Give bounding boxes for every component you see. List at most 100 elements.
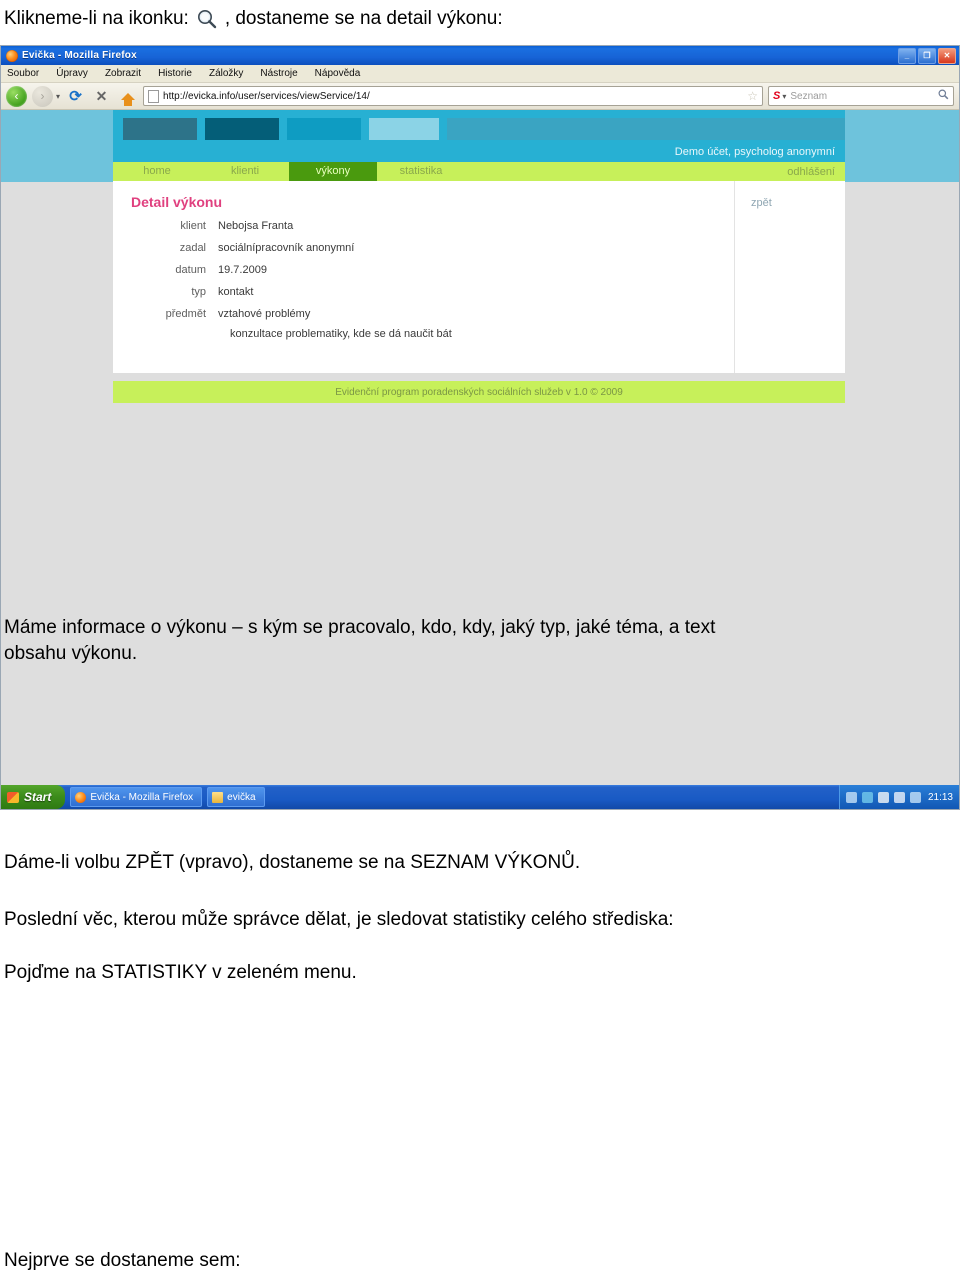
close-button[interactable]: ✕ — [938, 48, 956, 64]
menu-item-zalozky[interactable]: Záložky — [209, 68, 243, 79]
firefox-icon — [6, 49, 18, 62]
taskbar-item-folder[interactable]: evička — [207, 787, 265, 807]
search-engine-chevron-icon[interactable]: ▾ — [782, 92, 786, 101]
intro-text-before: Klikneme-li na ikonku: — [4, 8, 189, 29]
detail-panel: zpět Detail výkonu klient Nebojsa Franta… — [113, 181, 845, 373]
page-icon — [148, 89, 160, 103]
back-button[interactable]: ‹ — [6, 85, 27, 107]
start-label: Start — [24, 790, 52, 804]
windows-flag-icon — [7, 791, 19, 803]
search-input[interactable]: Seznam — [790, 91, 827, 102]
field-row-klient: klient Nebojsa Franta — [113, 220, 845, 232]
url-bar[interactable]: http://evicka.info/user/services/viewSer… — [143, 86, 763, 106]
account-label: Demo účet, psycholog anonymní — [674, 146, 835, 158]
taskbar-clock[interactable]: 21:13 — [928, 792, 953, 803]
field-label: datum — [175, 264, 206, 276]
field-row-predmet: předmět vztahové problémy — [113, 308, 845, 320]
bookmark-star-icon[interactable]: ☆ — [747, 89, 758, 103]
detail-fields: klient Nebojsa Franta zadal sociálníprac… — [113, 210, 845, 340]
chevron-down-icon[interactable]: ▾ — [56, 92, 60, 101]
stop-button[interactable]: ✕ — [91, 86, 112, 107]
tray-icon-5[interactable] — [909, 791, 921, 803]
menu-item-napoveda[interactable]: Nápověda — [315, 68, 361, 79]
paragraph-2: Dáme-li volbu ZPĚT (vpravo), dostaneme s… — [4, 852, 581, 873]
paragraph-5: Nejprve se dostaneme sem: — [4, 1250, 241, 1271]
minimize-button[interactable]: _ — [898, 48, 916, 64]
url-text: http://evicka.info/user/services/viewSer… — [163, 90, 370, 102]
field-value: sociálnípracovník anonymní — [218, 242, 355, 254]
banner-block-1 — [123, 118, 197, 140]
firefox-icon — [75, 791, 87, 803]
nav-item-klienti[interactable]: klienti — [201, 162, 289, 181]
field-row-datum: datum 19.7.2009 — [113, 264, 845, 276]
taskbar: Start Evička - Mozilla Firefox evička 21… — [1, 785, 959, 809]
field-row-zadal: zadal sociálnípracovník anonymní — [113, 242, 845, 254]
field-label: zadal — [179, 242, 206, 254]
menu-item-soubor[interactable]: Soubor — [7, 68, 39, 79]
menu-item-historie[interactable]: Historie — [158, 68, 192, 79]
nav-item-vykony[interactable]: výkony — [289, 162, 377, 181]
taskbar-item-firefox[interactable]: Evička - Mozilla Firefox — [70, 787, 203, 807]
menu-bar: Soubor Úpravy Zobrazit Historie Záložky … — [1, 65, 959, 83]
search-bar[interactable]: S ▾ Seznam — [768, 86, 954, 106]
menu-item-zobrazit[interactable]: Zobrazit — [105, 68, 141, 79]
app-footer: Evidenční program poradenských sociálníc… — [113, 381, 845, 403]
intro-line: Klikneme-li na ikonku: , dostaneme se na… — [4, 8, 503, 30]
paragraph-1-line-2: obsahu výkonu. — [4, 643, 138, 664]
start-button[interactable]: Start — [1, 785, 66, 809]
app-banner: Demo účet, psycholog anonymní — [113, 110, 845, 162]
nav-item-logout[interactable]: odhlášení — [787, 166, 835, 178]
menu-item-upravy[interactable]: Úpravy — [56, 68, 88, 79]
tray-icon-3[interactable] — [877, 791, 889, 803]
search-icon — [938, 89, 949, 103]
forward-arrow-icon: › — [32, 85, 53, 107]
field-row-typ: typ kontakt — [113, 286, 845, 298]
maximize-button[interactable]: ❐ — [918, 48, 936, 64]
browser-toolbar: ‹ › ▾ ⟳ ✕ http://evicka.info/user/servic… — [1, 83, 959, 110]
field-value: vztahové problémy — [218, 308, 311, 320]
banner-block-4 — [369, 118, 439, 140]
folder-icon — [212, 791, 224, 803]
field-value: kontakt — [218, 286, 254, 298]
tray-icon-4[interactable] — [893, 791, 905, 803]
banner-blocks — [123, 118, 845, 140]
reload-button[interactable]: ⟳ — [65, 86, 86, 107]
field-label: klient — [180, 220, 206, 232]
taskbar-item-label: Evička - Mozilla Firefox — [90, 791, 194, 803]
banner-block-5 — [447, 118, 845, 140]
back-link[interactable]: zpět — [751, 197, 772, 209]
nav-item-statistika[interactable]: statistika — [377, 162, 465, 181]
field-value: 19.7.2009 — [218, 264, 267, 276]
home-icon — [120, 92, 135, 106]
window-title: Evička - Mozilla Firefox — [22, 50, 137, 61]
page-viewport: Demo účet, psycholog anonymní home klien… — [1, 110, 959, 784]
system-tray: 21:13 — [838, 785, 959, 809]
seznam-logo-icon[interactable]: S — [773, 90, 780, 102]
banner-block-3 — [287, 118, 361, 140]
app-card: Demo účet, psycholog anonymní home klien… — [113, 110, 845, 403]
field-label: typ — [191, 286, 206, 298]
back-arrow-icon: ‹ — [6, 85, 27, 107]
tray-icon-2[interactable] — [861, 791, 873, 803]
paragraph-4: Pojďme na STATISTIKY v zeleném menu. — [4, 962, 357, 983]
magnifier-icon — [195, 8, 221, 30]
home-button[interactable] — [117, 86, 138, 107]
tray-icon-1[interactable] — [845, 791, 857, 803]
paragraph-1-line-1: Máme informace o výkonu – s kým se praco… — [4, 617, 716, 638]
field-note: konzultace problematiky, kde se dá nauči… — [230, 328, 452, 340]
intro-text-after: , dostaneme se na detail výkonu: — [224, 8, 503, 29]
panel-divider — [734, 181, 735, 373]
taskbar-item-label: evička — [227, 791, 256, 803]
nav-item-home[interactable]: home — [113, 162, 201, 181]
menu-item-nastroje[interactable]: Nástroje — [260, 68, 297, 79]
browser-screenshot: Evička - Mozilla Firefox _ ❐ ✕ Soubor Úp… — [0, 45, 960, 810]
window-title-bar: Evička - Mozilla Firefox _ ❐ ✕ — [1, 46, 959, 65]
field-value: Nebojsa Franta — [218, 220, 294, 232]
window-controls: _ ❐ ✕ — [898, 48, 956, 64]
page-title: Detail výkonu — [131, 194, 223, 210]
app-nav: home klienti výkony statistika odhlášení — [113, 162, 845, 181]
forward-button[interactable]: › — [32, 85, 53, 107]
field-label: předmět — [165, 308, 206, 320]
paragraph-3: Poslední věc, kterou může správce dělat,… — [4, 909, 674, 930]
banner-block-2 — [205, 118, 279, 140]
